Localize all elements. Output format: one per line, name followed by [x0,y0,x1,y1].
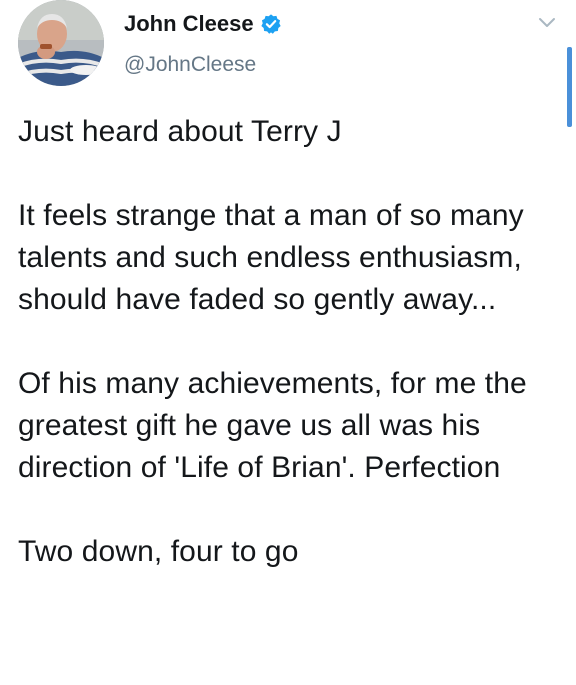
author-avatar[interactable] [18,0,104,86]
verified-badge-icon [260,13,282,35]
chevron-down-icon[interactable] [535,14,559,32]
tweet-paragraph: Of his many achievements, for me the gre… [18,367,527,484]
avatar-photo-icon [18,0,104,86]
tweet-paragraph: Two down, four to go [18,535,299,568]
tweet-paragraph: It feels strange that a man of so many t… [18,199,524,316]
tweet-card: John Cleese @JohnCleese Just heard about… [0,0,576,685]
scrollbar[interactable] [567,47,572,127]
user-handle[interactable]: @JohnCleese [124,52,282,78]
tweet-text: Just heard about Terry J It feels strang… [18,111,563,573]
name-row: John Cleese [124,10,282,38]
display-name[interactable]: John Cleese [124,10,254,38]
tweet-paragraph: Just heard about Terry J [18,115,342,148]
author-info: John Cleese @JohnCleese [124,10,282,78]
